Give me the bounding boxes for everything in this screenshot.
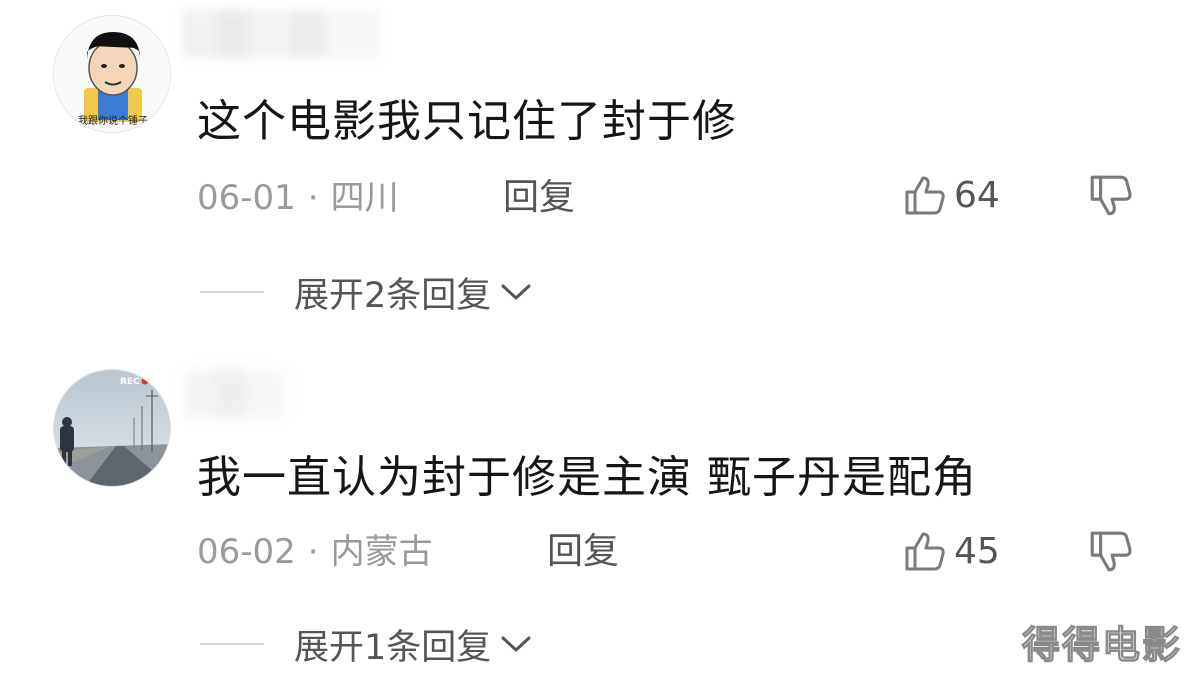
user-avatar[interactable]: 我跟你说个锤子 <box>53 15 171 133</box>
like-count: 45 <box>954 530 1000 572</box>
thumbs-up-icon <box>905 532 945 571</box>
like-count: 64 <box>954 174 1000 216</box>
comment-item: 我跟你说个锤子 这个电影我只记住了封于修 06-01 · 四川 回复 64 展开2条… <box>0 0 1200 345</box>
divider-line <box>200 291 264 293</box>
meta-separator: · <box>307 532 319 572</box>
chevron-down-icon <box>501 284 531 300</box>
like-button[interactable]: 64 <box>902 171 1000 219</box>
like-button[interactable]: 45 <box>902 527 1000 575</box>
username-blurred[interactable] <box>185 370 285 418</box>
road-photo-avatar-image: REC <box>54 370 170 486</box>
dislike-button[interactable] <box>1087 528 1135 580</box>
meta-separator: · <box>307 178 319 218</box>
avatar-caption: 我跟你说个锤子 <box>78 114 148 127</box>
comment-item: REC 我一直认为封于修是主演 甄子丹是配角 06-02 · 内蒙古 回复 45 展… <box>0 350 1200 695</box>
reply-button[interactable]: 回复 <box>503 176 575 220</box>
comment-location: 内蒙古 <box>330 532 433 572</box>
username-blurred[interactable] <box>182 10 380 58</box>
comment-text: 我一直认为封于修是主演 甄子丹是配角 <box>197 452 977 503</box>
divider-line <box>200 643 264 645</box>
expand-replies-label: 展开2条回复 <box>294 275 492 316</box>
reply-button[interactable]: 回复 <box>547 530 619 574</box>
expand-replies-label: 展开1条回复 <box>294 627 492 668</box>
avatar-rec-badge: REC <box>120 377 140 387</box>
comment-date: 06-01 <box>197 178 296 218</box>
thumbs-down-icon <box>1090 531 1132 572</box>
watermark: 得得电影 <box>1021 622 1182 667</box>
expand-replies-button[interactable]: 展开2条回复 <box>200 270 533 316</box>
comment-text: 这个电影我只记住了封于修 <box>197 96 737 147</box>
comment-meta: 06-01 · 四川 <box>197 176 399 220</box>
comment-location: 四川 <box>330 178 399 218</box>
expand-replies-button[interactable]: 展开1条回复 <box>200 622 533 668</box>
comment-date: 06-02 <box>197 532 296 572</box>
chevron-down-icon <box>501 636 531 652</box>
thumbs-up-icon <box>905 176 945 215</box>
dislike-button[interactable] <box>1087 172 1135 224</box>
user-avatar[interactable]: REC <box>53 369 171 487</box>
meme-avatar-image: 我跟你说个锤子 <box>54 16 170 132</box>
comment-meta: 06-02 · 内蒙古 <box>197 530 433 574</box>
thumbs-down-icon <box>1090 175 1132 216</box>
